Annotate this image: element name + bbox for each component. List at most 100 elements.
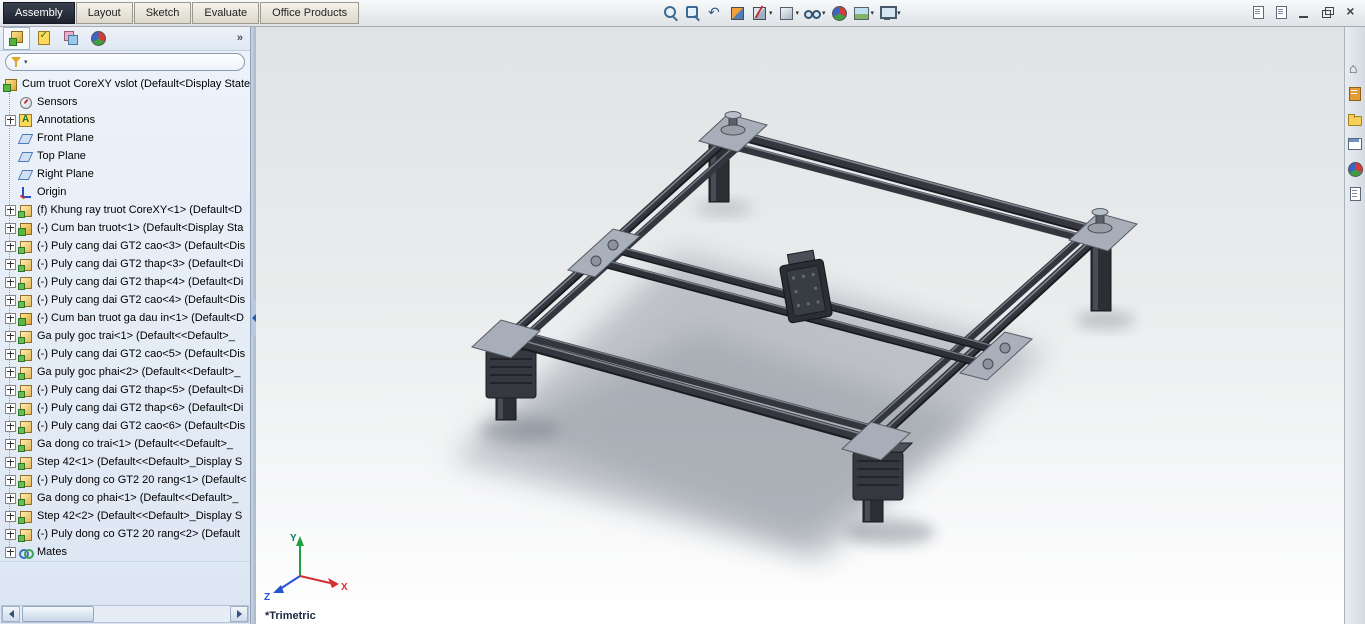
expand-icon[interactable] [5, 312, 16, 324]
graphics-area[interactable]: Y X Z *Trimetric [256, 26, 1345, 624]
tree-item[interactable]: Cum truot CoreXY vslot (Default<Display … [0, 75, 250, 93]
scroll-track[interactable] [20, 606, 230, 622]
appearances-button[interactable] [1346, 160, 1364, 178]
resources-button[interactable] [1346, 60, 1364, 78]
design-library-button[interactable] [1346, 85, 1364, 103]
tree-filter-input[interactable]: ▾ [5, 53, 245, 71]
tree-item[interactable]: (-) Puly dong co GT2 20 rang<2> (Default [0, 525, 250, 543]
tree-item[interactable]: Sensors [0, 93, 250, 111]
scroll-left-button[interactable] [2, 606, 20, 622]
tree-item[interactable]: (-) Puly cang dai GT2 cao<5> (Default<Di… [0, 345, 250, 363]
chevron-down-icon[interactable]: ▾ [822, 9, 826, 17]
section-view-button[interactable]: ▾ [748, 1, 775, 25]
tree-item[interactable]: Step 42<2> (Default<<Default>_Display S [0, 507, 250, 525]
expand-icon[interactable] [5, 240, 16, 252]
panel-splitter[interactable] [251, 26, 256, 624]
expand-icon[interactable] [5, 528, 16, 540]
close-button[interactable] [1341, 3, 1361, 22]
file-explorer-button[interactable] [1346, 110, 1364, 128]
panel-collapse-button[interactable] [251, 300, 256, 336]
expand-icon[interactable] [5, 276, 16, 288]
expand-icon[interactable] [5, 510, 16, 522]
chevron-down-icon[interactable]: ▾ [871, 9, 875, 17]
configurationmanager-tab[interactable] [57, 27, 84, 50]
headsup-toolbar: ▾▾▾▾▾▾▾▾▾▾ [660, 1, 903, 25]
expand-icon[interactable] [5, 204, 16, 216]
tab-assembly[interactable]: Assembly [3, 2, 75, 24]
expand-icon[interactable] [5, 366, 16, 378]
zoom-fit-button[interactable]: ▾ [660, 1, 682, 25]
expand-icon[interactable] [5, 402, 16, 414]
apply-scene-button[interactable]: ▾ [850, 1, 877, 25]
edit-appearance-button[interactable]: ▾ [828, 1, 850, 25]
tree-item[interactable]: (-) Puly cang dai GT2 thap<3> (Default<D… [0, 255, 250, 273]
expand-icon[interactable] [5, 546, 16, 558]
featuremanager-tab[interactable] [3, 26, 30, 50]
custom-properties-button[interactable] [1346, 185, 1364, 203]
expand-icon[interactable] [5, 258, 16, 270]
svg-text:Z: Z [264, 592, 270, 603]
tree-item[interactable]: (-) Puly cang dai GT2 cao<6> (Default<Di… [0, 417, 250, 435]
tab-layout[interactable]: Layout [75, 2, 133, 24]
tree-item[interactable]: (-) Puly cang dai GT2 thap<4> (Default<D… [0, 273, 250, 291]
tree-item[interactable]: (-) Cum ban truot<1> (Default<Display St… [0, 219, 250, 237]
hide-show-items-button[interactable]: ▾ [801, 1, 828, 25]
expand-icon[interactable] [5, 474, 16, 486]
tree-item[interactable]: (-) Puly cang dai GT2 thap<6> (Default<D… [0, 399, 250, 417]
tree-hscrollbar[interactable] [1, 605, 249, 623]
tab-sketch[interactable]: Sketch [133, 2, 192, 24]
tree-item[interactable]: Ga dong co phai<1> (Default<<Default>_ [0, 489, 250, 507]
expand-icon[interactable] [5, 294, 16, 306]
expand-icon[interactable] [5, 438, 16, 450]
tab-office-products[interactable]: Office Products [260, 2, 360, 24]
tree-item[interactable]: (-) Puly cang dai GT2 cao<4> (Default<Di… [0, 291, 250, 309]
expand-icon[interactable] [5, 456, 16, 468]
view-palette-button[interactable] [1346, 135, 1364, 153]
tree-item[interactable]: (f) Khung ray truot CoreXY<1> (Default<D [0, 201, 250, 219]
view-settings-button[interactable]: ▾ [876, 1, 903, 25]
tree-item[interactable]: Ga dong co trai<1> (Default<<Default>_ [0, 435, 250, 453]
expand-icon[interactable] [5, 420, 16, 432]
tab-evaluate[interactable]: Evaluate [192, 2, 260, 24]
scroll-thumb[interactable] [22, 606, 94, 622]
panel-overflow-button[interactable]: » [237, 32, 247, 44]
tree-item[interactable]: Annotations [0, 111, 250, 129]
propertymanager-tab[interactable] [30, 27, 57, 50]
expand-icon[interactable] [5, 114, 16, 126]
new-window-button[interactable] [1272, 3, 1292, 22]
tree-item[interactable]: (-) Cum ban truot ga dau in<1> (Default<… [0, 309, 250, 327]
tree-item[interactable]: (-) Puly cang dai GT2 cao<3> (Default<Di… [0, 237, 250, 255]
tree-item-icon [19, 186, 32, 199]
collapse-document-button[interactable] [1249, 3, 1269, 22]
view-orientation-button[interactable]: ▾ [726, 1, 748, 25]
minimize-button[interactable] [1295, 3, 1315, 22]
expand-icon[interactable] [5, 222, 16, 234]
chevron-down-icon[interactable]: ▾ [769, 9, 773, 17]
expand-icon[interactable] [5, 330, 16, 342]
tree-item[interactable]: Mates [0, 543, 250, 561]
scroll-right-button[interactable] [230, 606, 248, 622]
filter-dropdown-icon[interactable]: ▾ [24, 58, 28, 66]
tree-item[interactable]: (-) Puly dong co GT2 20 rang<1> (Default… [0, 471, 250, 489]
tree-item[interactable]: Ga puly goc trai<1> (Default<<Default>_ [0, 327, 250, 345]
tree-item[interactable]: Ga puly goc phai<2> (Default<<Default>_ [0, 363, 250, 381]
tree-item-icon [18, 240, 32, 254]
expand-icon[interactable] [5, 492, 16, 504]
tree-item[interactable]: Step 42<1> (Default<<Default>_Display S [0, 453, 250, 471]
zoom-area-button[interactable]: ▾ [682, 1, 704, 25]
tree-item[interactable]: Origin [0, 183, 250, 201]
tree-item[interactable]: Top Plane [0, 147, 250, 165]
previous-view-button[interactable]: ▾ [704, 1, 726, 25]
chevron-down-icon[interactable]: ▾ [897, 9, 901, 17]
expand-icon[interactable] [5, 384, 16, 396]
restore-button[interactable] [1318, 3, 1338, 22]
display-style-button[interactable]: ▾ [775, 1, 802, 25]
displaymanager-tab[interactable] [84, 27, 111, 50]
chevron-down-icon[interactable]: ▾ [796, 9, 800, 17]
tree-item[interactable]: Right Plane [0, 165, 250, 183]
tree-item[interactable]: (-) Puly cang dai GT2 thap<5> (Default<D… [0, 381, 250, 399]
expand-icon[interactable] [5, 348, 16, 360]
tree-item[interactable]: Front Plane [0, 129, 250, 147]
tree-item-icon [18, 222, 32, 236]
tree-item-icon [18, 348, 32, 362]
